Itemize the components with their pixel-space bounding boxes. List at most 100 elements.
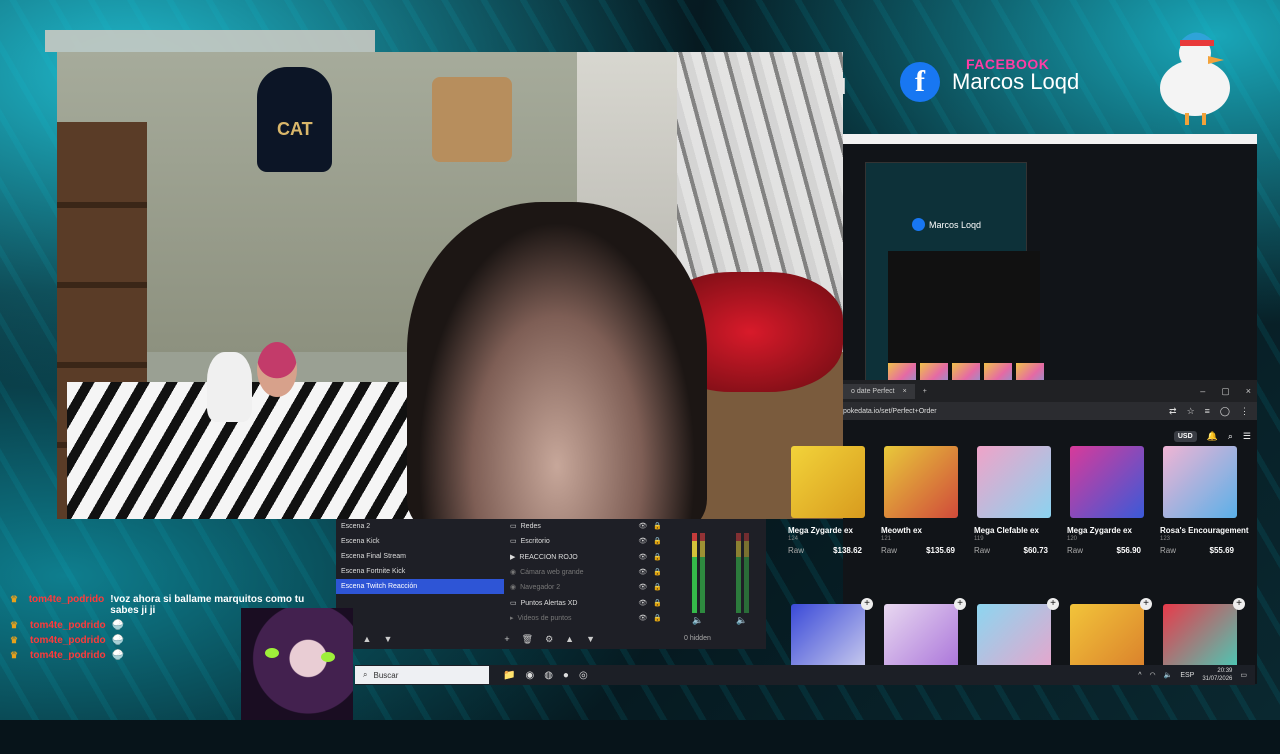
source-type-icon: ▭ [510, 538, 517, 546]
bookmark-star-icon[interactable]: ☆ [1187, 406, 1195, 417]
card-condition: Raw [881, 546, 898, 555]
clock-date: 31/07/2026 [1202, 676, 1233, 682]
language-indicator[interactable]: ESP [1180, 672, 1194, 679]
app-icon[interactable]: ● [563, 670, 569, 681]
source-up-icon[interactable]: ▲ [565, 634, 574, 644]
obs-scene-item[interactable]: Escena Fortnite Kick [336, 564, 504, 579]
chrome-icon[interactable]: ◉ [525, 670, 534, 681]
add-card-icon[interactable]: + [954, 598, 966, 610]
visibility-eye-icon[interactable]: 👁 [638, 519, 647, 534]
translate-icon[interactable]: ⇄ [1169, 406, 1177, 417]
profile-icon[interactable]: ◯ [1220, 406, 1230, 417]
clock[interactable]: 20:39 31/07/2026 [1202, 667, 1232, 683]
lock-icon[interactable]: 🔒 [653, 596, 662, 611]
source-controls: 👁 🔒 [638, 611, 668, 626]
lock-icon[interactable]: 🔒 [653, 519, 662, 534]
visibility-eye-icon[interactable]: 👁 [638, 565, 647, 580]
card-condition: Raw [1067, 546, 1084, 555]
nested-stream-capture: Marcos Loqd [865, 162, 1044, 393]
visibility-eye-icon[interactable]: 👁 [638, 534, 647, 549]
add-card-icon[interactable]: + [1047, 598, 1059, 610]
menu-icon[interactable]: ⋮ [1240, 406, 1249, 417]
discord-icon[interactable]: ◎ [579, 670, 588, 681]
source-name: Navegador 2 [520, 584, 561, 592]
visibility-eye-icon[interactable]: 👁 [638, 550, 647, 565]
add-card-icon[interactable]: + [1140, 598, 1152, 610]
tab-close-icon[interactable]: × [903, 388, 907, 395]
new-tab-icon[interactable]: + [915, 388, 927, 395]
chat-username: tom4te_podrido [30, 620, 106, 631]
obs-scene-item[interactable]: Escena Twitch Reacción [336, 579, 504, 594]
card-price-row: Raw $135.69 [881, 546, 955, 555]
pokemon-card-item[interactable]: Mega Clefable ex 119 Raw $60.73 [974, 446, 1067, 596]
notifications-icon[interactable]: 🔔 [1207, 431, 1218, 442]
source-type-icon: ◉ [510, 584, 517, 592]
volume-icon[interactable]: 🔈 [736, 615, 747, 626]
facebook-icon: f [900, 62, 940, 102]
source-down-icon[interactable]: ▼ [586, 634, 595, 644]
source-properties-icon[interactable]: ⚙ [545, 634, 553, 645]
chat-text: 🍚 [111, 635, 125, 646]
site-header: USD 🔔 ⌕ ☰ [843, 426, 1257, 446]
notification-center-icon[interactable]: ▭ [1240, 671, 1247, 679]
obs-source-item[interactable]: ▭ Escritorio 👁 🔒 [508, 534, 668, 549]
source-controls: 👁 🔒 [638, 550, 668, 565]
minimize-icon[interactable]: – [1200, 386, 1205, 397]
maximize-icon[interactable]: ▢ [1221, 386, 1230, 397]
pokemon-card-item[interactable]: Rosa's Encouragement 123 Raw $55.69 [1160, 446, 1253, 596]
pokemon-card-item[interactable]: Mega Zygarde ex 120 Raw $56.90 [1067, 446, 1160, 596]
obs-scene-item[interactable]: Escena 2 [336, 519, 504, 534]
pokemon-card-item[interactable]: Meowth ex 121 Raw $135.69 [881, 446, 974, 596]
lock-icon[interactable]: 🔒 [653, 534, 662, 549]
obs-source-item[interactable]: ▶ REACCION ROJO 👁 🔒 [508, 550, 668, 565]
card-price: $138.62 [833, 546, 862, 555]
obs-source-item[interactable]: ▸ Videos de puntos 👁 🔒 [508, 611, 668, 626]
pokemon-card-item[interactable]: Mega Zygarde ex 124 Raw $138.62 [788, 446, 881, 596]
obs-source-item[interactable]: ◉ Navegador 2 👁 🔒 [508, 580, 668, 595]
visibility-eye-icon[interactable]: 👁 [638, 596, 647, 611]
lock-icon[interactable]: 🔒 [653, 580, 662, 595]
audio-meter [692, 533, 697, 613]
lock-icon[interactable]: 🔒 [653, 550, 662, 565]
tray-overflow-icon[interactable]: ^ [1138, 672, 1141, 679]
file-explorer-icon[interactable]: 📁 [503, 670, 515, 681]
address-bar[interactable]: pokedata.io/set/Perfect+Order ⇄ ☆ ≡ ◯ ⋮ [843, 402, 1257, 420]
extensions-icon[interactable]: ≡ [1205, 406, 1210, 417]
search-icon[interactable]: ⌕ [1228, 431, 1233, 442]
move-down-icon[interactable]: ▼ [383, 634, 392, 644]
card-name: Mega Zygarde ex [788, 526, 853, 535]
obs-source-item[interactable]: ▭ Redes 👁 🔒 [508, 519, 668, 534]
card-name: Mega Clefable ex [974, 526, 1039, 535]
visibility-eye-icon[interactable]: 👁 [638, 580, 647, 595]
card-number: 119 [974, 536, 984, 542]
card-price-row: Raw $56.90 [1067, 546, 1141, 555]
add-source-icon[interactable]: + [504, 634, 509, 644]
speaker-icon[interactable]: 🔈 [1164, 671, 1173, 679]
add-card-icon[interactable]: + [861, 598, 873, 610]
visibility-eye-icon[interactable]: 👁 [638, 611, 647, 626]
source-type-icon: ▶ [510, 553, 516, 561]
taskbar-search[interactable]: ⌕ Buscar [355, 666, 489, 684]
mini-facebook-name: Marcos Loqd [929, 219, 982, 230]
obs-scene-item[interactable]: Escena Final Stream [336, 549, 504, 564]
obs-icon[interactable]: ◍ [544, 670, 553, 681]
lock-icon[interactable]: 🔒 [653, 611, 662, 626]
browser-tab[interactable]: o date Perfect × [843, 383, 915, 399]
close-window-icon[interactable]: × [1246, 386, 1251, 397]
obs-audio-mixer: 🔈 🔈 [676, 519, 766, 637]
obs-source-item[interactable]: ▭ Puntos Alertas XD 👁 🔒 [508, 595, 668, 610]
remove-source-icon[interactable]: 🗑 [522, 634, 533, 645]
wifi-icon[interactable]: ◠ [1150, 671, 1156, 679]
card-name: Rosa's Encouragement [1160, 526, 1249, 535]
mini-facebook-handle: Marcos Loqd [912, 218, 981, 231]
currency-selector[interactable]: USD [1173, 430, 1197, 442]
obs-source-item[interactable]: ◉ Cámara web grande 👁 🔒 [508, 565, 668, 580]
obs-scene-item[interactable]: Escena Kick [336, 534, 504, 549]
hamburger-menu-icon[interactable]: ☰ [1243, 431, 1251, 442]
chat-username: tom4te_podrido [30, 650, 106, 661]
lock-icon[interactable]: 🔒 [653, 565, 662, 580]
system-tray: ^ ◠ 🔈 ESP 20:39 31/07/2026 ▭ [1138, 667, 1255, 683]
move-up-icon[interactable]: ▲ [363, 634, 372, 644]
volume-icon[interactable]: 🔈 [692, 615, 703, 626]
add-card-icon[interactable]: + [1233, 598, 1245, 610]
